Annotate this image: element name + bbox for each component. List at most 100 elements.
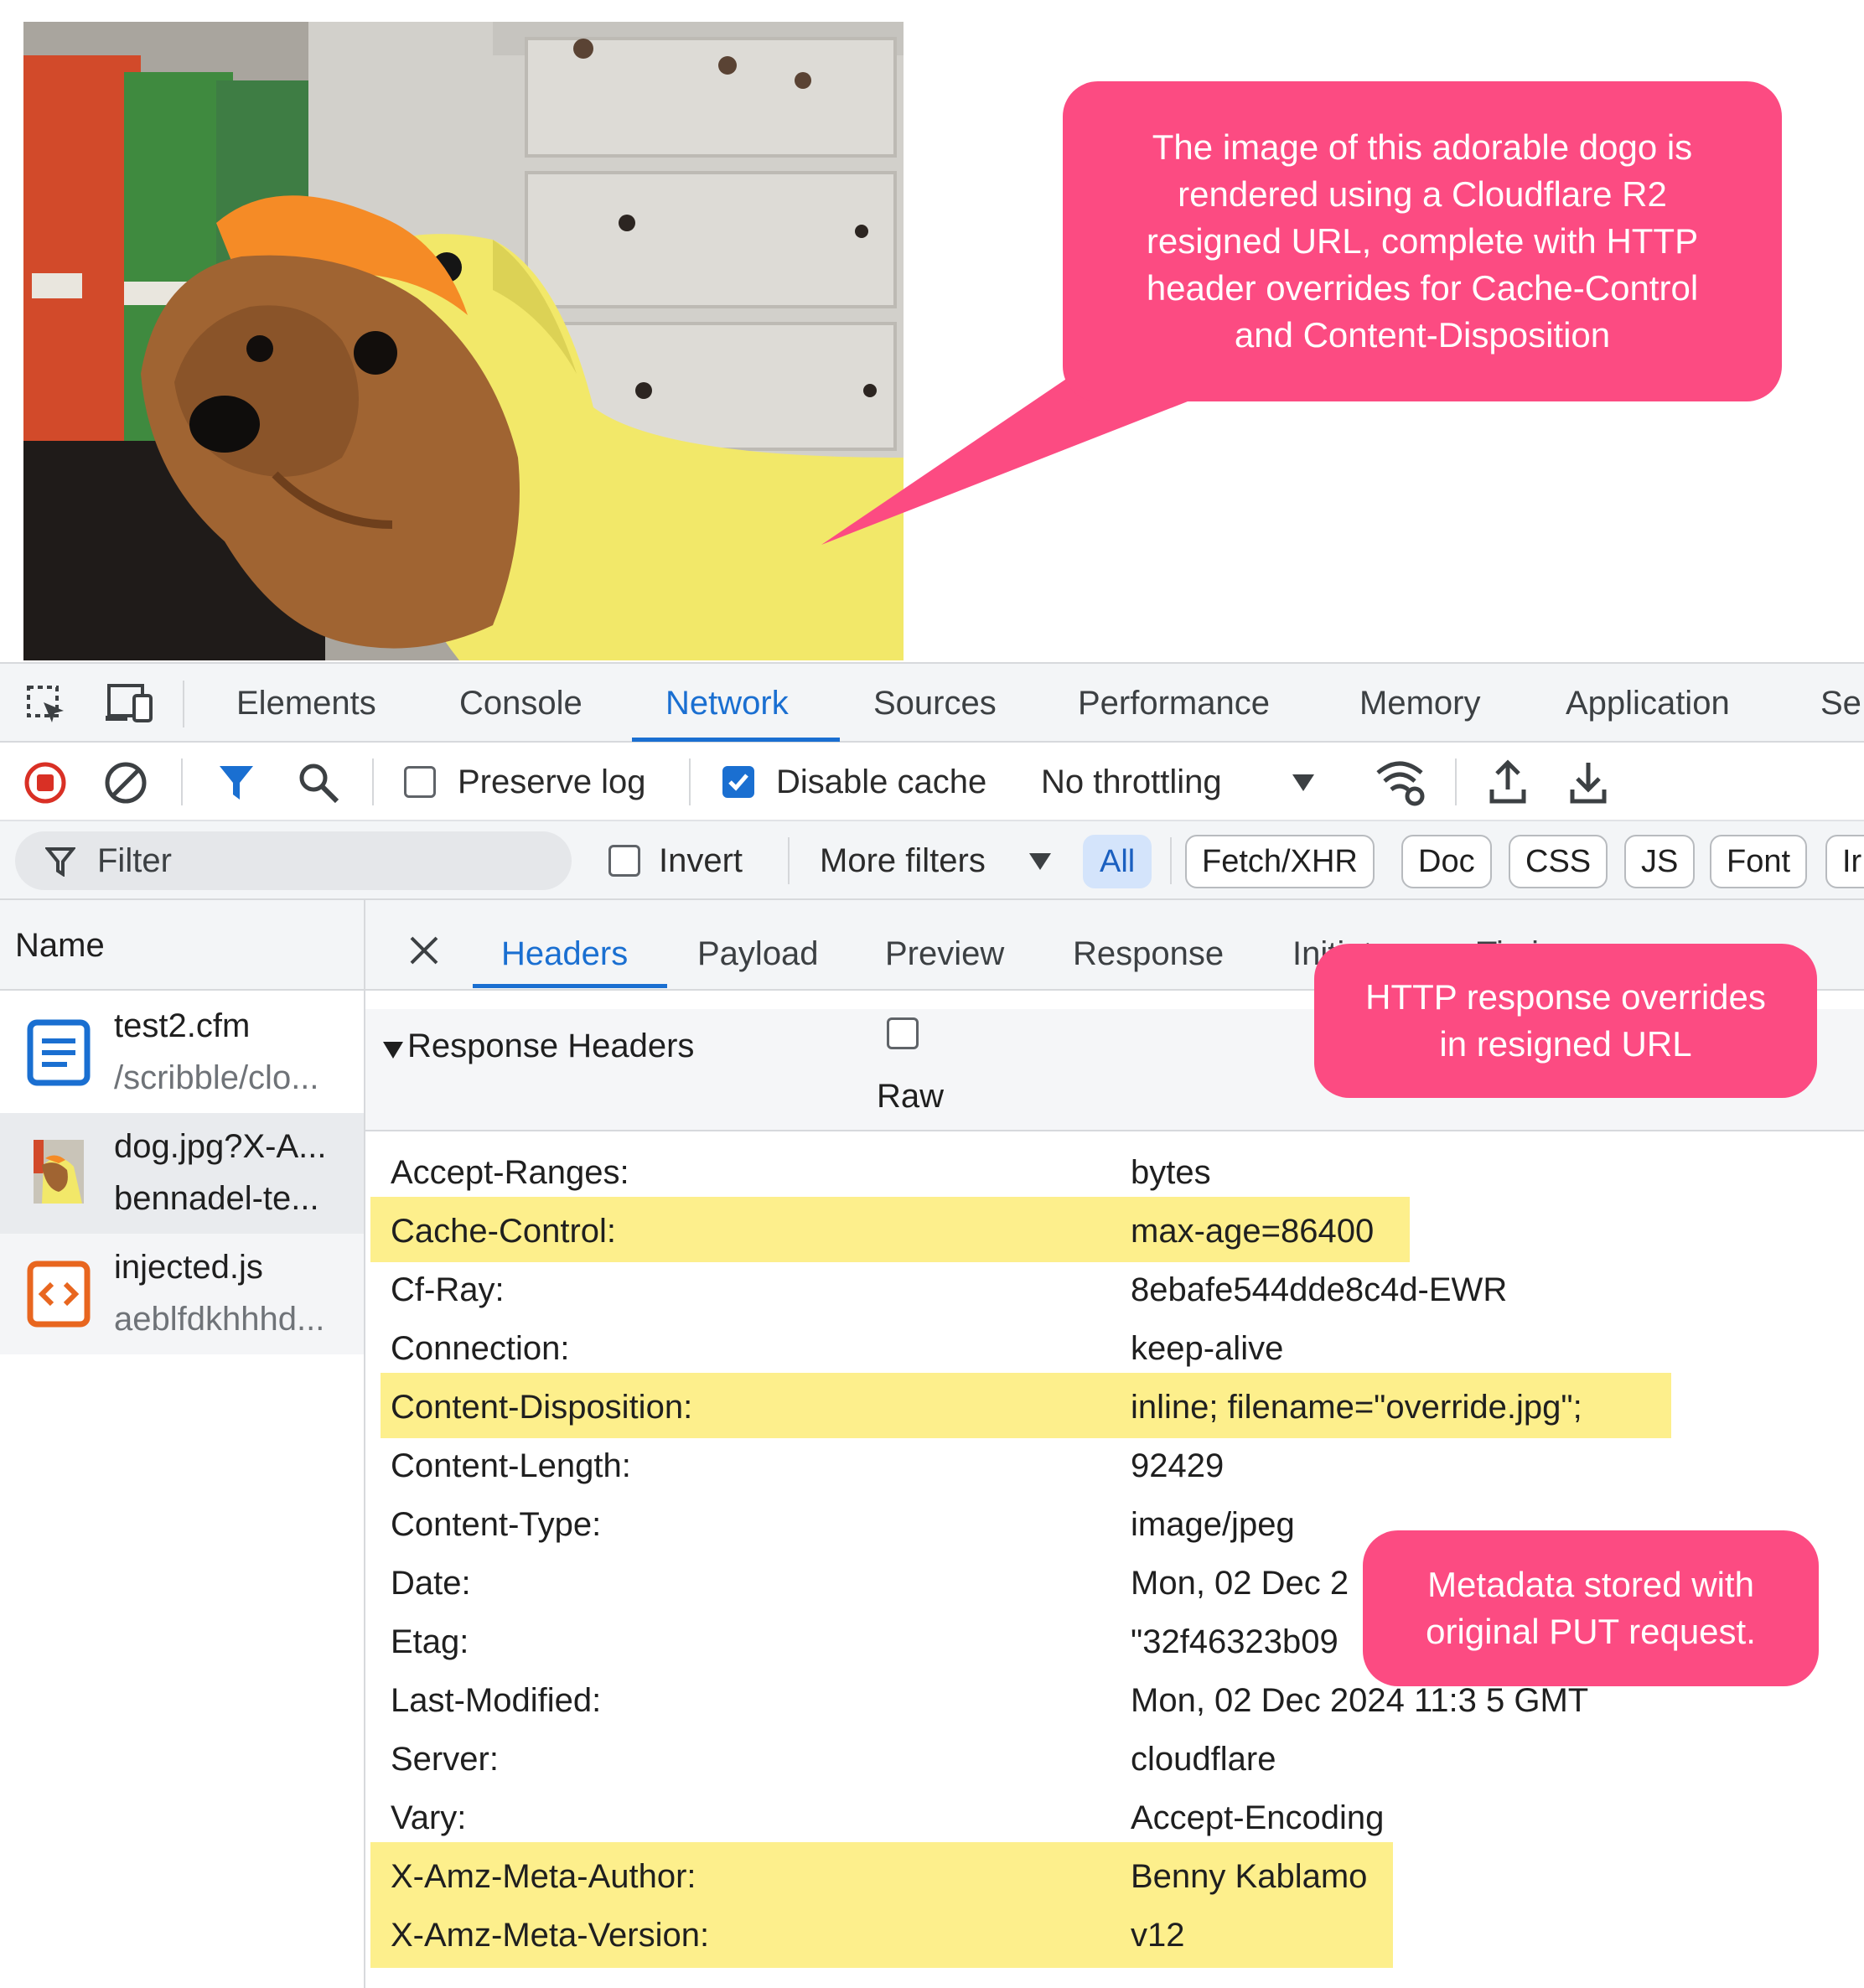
disable-cache-label: Disable cache [776, 764, 987, 800]
chip-fetch-xhr[interactable]: Fetch/XHR [1185, 835, 1375, 888]
disclosure-triangle-icon[interactable] [382, 1041, 404, 1059]
tab-headers[interactable]: Headers [501, 900, 628, 989]
callout-image-note: The image of this adorable dogo is rende… [1063, 81, 1782, 401]
chevron-down-icon[interactable] [1291, 773, 1316, 793]
chip-css[interactable]: CSS [1509, 835, 1608, 888]
separator [689, 758, 691, 805]
tab-console[interactable]: Console [459, 664, 582, 743]
document-icon [27, 1019, 91, 1086]
raw-label: Raw [877, 1078, 945, 1115]
header-value: Benny Kablamo [1131, 1858, 1368, 1895]
callout-override-note: HTTP response overrides in resigned URL [1314, 944, 1817, 1098]
chip-font[interactable]: Font [1710, 835, 1808, 888]
request-name: injected.js [114, 1249, 263, 1286]
header-value: inline; filename="override.jpg"; [1131, 1389, 1582, 1426]
checkmark-icon [728, 774, 748, 791]
header-value: Mon, 02 Dec 2 [1131, 1565, 1349, 1602]
more-filters-dropdown[interactable]: More filters [820, 821, 986, 900]
header-row: Accept-Ranges: bytes [365, 1143, 1864, 1202]
search-icon[interactable] [297, 761, 340, 805]
callout-line: header overrides for Cache-Control [1146, 268, 1699, 308]
raw-checkbox[interactable] [887, 1017, 919, 1049]
throttling-select[interactable]: No throttling [1041, 743, 1222, 821]
filter-input[interactable]: Filter [15, 831, 572, 890]
inspect-element-icon[interactable] [25, 684, 67, 726]
header-row: Vary: Accept-Encoding [365, 1789, 1864, 1847]
header-name: X-Amz-Meta-Author: [391, 1858, 696, 1895]
request-row-selected[interactable]: dog.jpg?X-A... bennadel-te... [0, 1113, 364, 1234]
preserve-log-checkbox[interactable] [404, 766, 436, 798]
export-har-icon[interactable] [1569, 759, 1608, 805]
import-har-icon[interactable] [1489, 759, 1527, 805]
tab-elements[interactable]: Elements [236, 664, 376, 743]
chip-doc[interactable]: Doc [1401, 835, 1492, 888]
disable-cache-checkbox[interactable] [722, 766, 754, 798]
tab-application[interactable]: Application [1566, 664, 1730, 743]
header-row: X-Amz-Meta-Version: v12 [365, 1906, 1864, 1965]
header-row: Content-Disposition: inline; filename="o… [365, 1378, 1864, 1437]
chip-js[interactable]: JS [1624, 835, 1696, 888]
header-name: Server: [391, 1741, 499, 1778]
chip-all[interactable]: All [1083, 835, 1152, 888]
header-value: v12 [1131, 1917, 1185, 1954]
header-name: Vary: [391, 1799, 467, 1836]
callout-metadata-note: Metadata stored with original PUT reques… [1363, 1530, 1819, 1686]
header-value: bytes [1131, 1154, 1211, 1191]
request-domain: bennadel-te... [114, 1180, 319, 1217]
separator [788, 837, 790, 884]
header-name: Cache-Control: [391, 1213, 617, 1250]
request-name: dog.jpg?X-A... [114, 1128, 327, 1165]
request-path: aeblfdkhhhd... [114, 1301, 325, 1338]
tab-payload[interactable]: Payload [697, 900, 819, 989]
header-value: 92429 [1131, 1447, 1225, 1484]
device-toolbar-icon[interactable] [104, 682, 156, 726]
clear-icon[interactable] [104, 761, 148, 805]
callout-line: resigned URL, complete with HTTP [1146, 221, 1699, 261]
close-icon[interactable] [409, 935, 439, 966]
separator [372, 758, 374, 805]
tab-security[interactable]: Se [1820, 664, 1861, 743]
invert-checkbox[interactable] [608, 845, 640, 877]
tab-response[interactable]: Response [1073, 900, 1224, 989]
network-filter-bar: Filter Invert More filters All Fetch/XHR… [0, 821, 1864, 900]
tab-performance[interactable]: Performance [1078, 664, 1270, 743]
callout-line: The image of this adorable dogo is [1152, 127, 1693, 167]
stop-recording-icon[interactable] [23, 761, 67, 805]
header-row: Server: cloudflare [365, 1730, 1864, 1789]
header-row: Connection: keep-alive [365, 1319, 1864, 1378]
preserve-log-label: Preserve log [458, 764, 646, 800]
column-header-name[interactable]: Name [15, 900, 105, 991]
header-name: Content-Type: [391, 1506, 602, 1543]
request-row[interactable]: injected.js aeblfdkhhhd... [0, 1234, 364, 1354]
header-row: X-Amz-Meta-Author: Benny Kablamo [365, 1847, 1864, 1906]
separator [1455, 758, 1457, 805]
header-value: "32f46323b09 [1131, 1623, 1338, 1660]
active-tab-indicator [473, 984, 667, 988]
request-row[interactable]: test2.cfm /scribble/clo... [0, 992, 364, 1113]
header-name: Cf-Ray: [391, 1271, 505, 1308]
header-value: keep-alive [1131, 1330, 1284, 1367]
tab-network[interactable]: Network [665, 664, 789, 743]
filter-funnel-icon[interactable] [216, 763, 256, 803]
header-row: Cf-Ray: 8ebafe544dde8c4d-EWR [365, 1261, 1864, 1319]
callout-line: Metadata stored with [1427, 1565, 1754, 1604]
tab-preview[interactable]: Preview [885, 900, 1004, 989]
separator [183, 681, 184, 727]
header-row: Content-Length: 92429 [365, 1437, 1864, 1495]
header-name: Connection: [391, 1330, 570, 1367]
network-toolbar: Preserve log Disable cache No throttling [0, 743, 1864, 821]
chip-img[interactable]: Ir [1825, 835, 1864, 888]
callout-line: and Content-Disposition [1234, 315, 1611, 355]
separator [181, 758, 183, 805]
header-name: X-Amz-Meta-Version: [391, 1917, 710, 1954]
script-icon [27, 1261, 91, 1328]
tab-sources[interactable]: Sources [873, 664, 997, 743]
tab-memory[interactable]: Memory [1359, 664, 1480, 743]
filter-placeholder: Filter [97, 842, 172, 879]
section-title[interactable]: Response Headers [407, 1028, 694, 1065]
callout-line: rendered using a Cloudflare R2 [1178, 174, 1667, 214]
filter-icon [45, 847, 75, 877]
network-conditions-icon[interactable] [1375, 758, 1428, 808]
chevron-down-icon[interactable] [1028, 852, 1053, 872]
devtools-tab-bar: Elements Console Network Sources Perform… [0, 662, 1864, 743]
